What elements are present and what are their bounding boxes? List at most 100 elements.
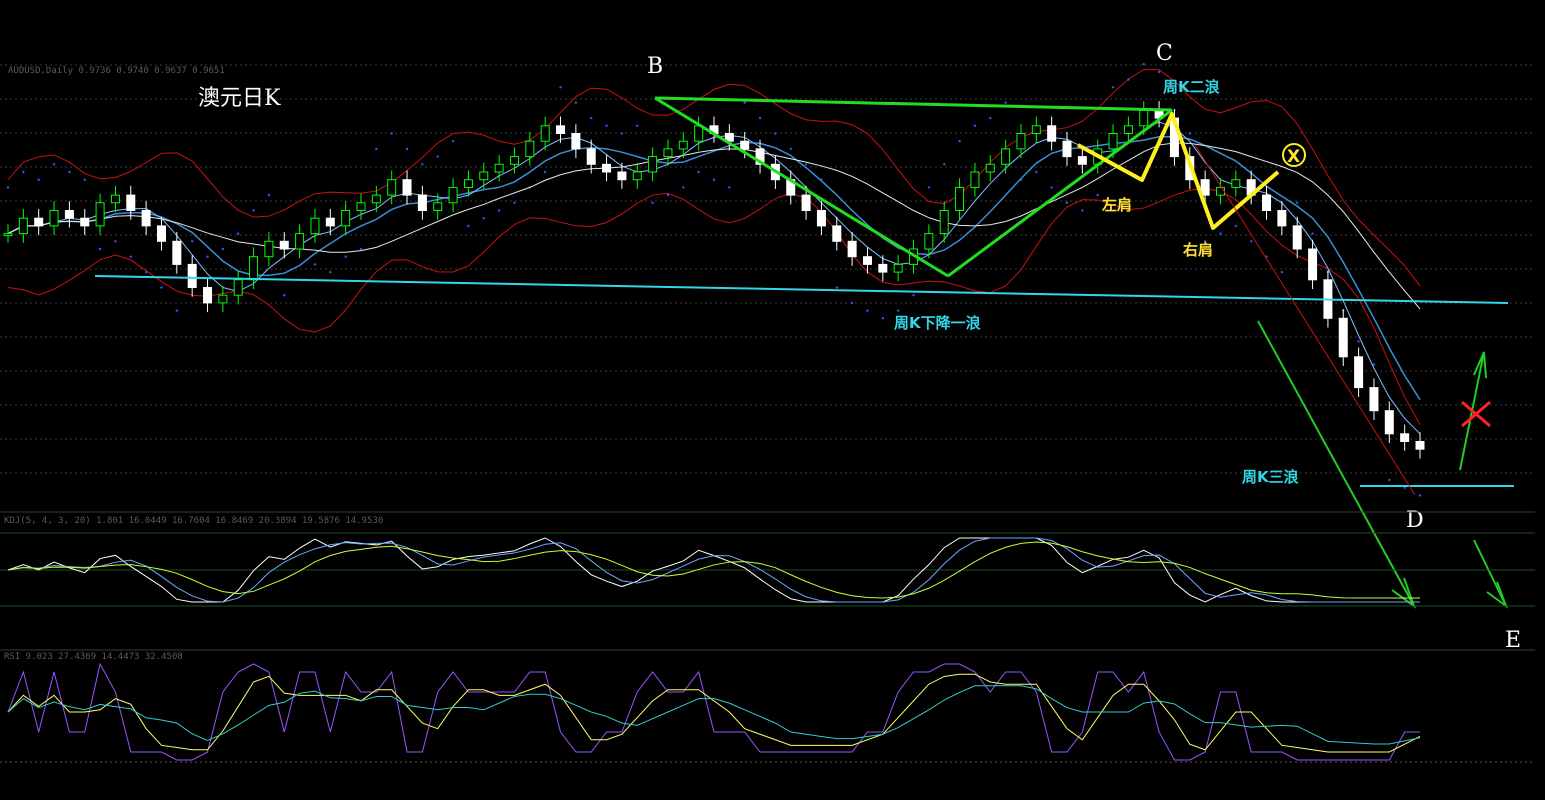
- candle-body: [249, 256, 259, 281]
- psar-dot: [559, 86, 562, 89]
- psar-dot: [1249, 240, 1253, 243]
- psar-dot: [237, 232, 240, 235]
- candle-body: [494, 163, 504, 173]
- psar-dot: [1081, 209, 1084, 212]
- psar-dot: [206, 255, 209, 258]
- candle-body: [479, 171, 489, 181]
- candle-body: [740, 140, 750, 150]
- pattern-wave-down: [654, 96, 949, 278]
- candle-body: [264, 240, 274, 258]
- pattern-top-line: [654, 96, 1173, 112]
- candle-body: [571, 133, 581, 150]
- candle-body: [49, 210, 59, 227]
- candle-body: [955, 186, 965, 211]
- support-line-main: [94, 275, 1509, 304]
- psar-dot: [1296, 201, 1299, 204]
- psar-dot: [651, 201, 654, 204]
- candle-body: [648, 156, 658, 173]
- psar-dot: [881, 317, 885, 320]
- psar-dot: [712, 178, 716, 181]
- rsi-slow: [7, 685, 1421, 745]
- psar-dot: [835, 286, 838, 289]
- psar-dot: [1311, 232, 1314, 235]
- ma-white: [7, 142, 1421, 310]
- candle-body: [218, 294, 228, 304]
- x-marker: X: [1282, 143, 1306, 167]
- candle-body: [632, 171, 642, 181]
- candle-body: [64, 210, 74, 219]
- psar-dot: [144, 270, 148, 274]
- candle-body: [279, 240, 289, 250]
- psar-dot: [620, 132, 624, 135]
- psar-dot: [6, 186, 10, 189]
- psar-dot: [789, 147, 792, 151]
- rsi-info-line: RSI 9.023 27.4369 14.4473 32.4508: [4, 652, 183, 662]
- psar-dot: [390, 132, 393, 135]
- kdj-info-line: KDJ(5, 4, 3, 20) 1.801 16.0449 16.7604 1…: [4, 516, 383, 526]
- price-info-line: AUDUSD,Daily 0.9736 0.9740 0.9637 0.9651: [8, 66, 225, 76]
- psar-dot: [912, 294, 915, 297]
- candle-body: [187, 263, 197, 288]
- psar-dot: [22, 170, 25, 174]
- psar-dot: [543, 170, 547, 174]
- psar-dot: [682, 186, 685, 189]
- candle-body: [1262, 194, 1272, 212]
- psar-dot: [1234, 224, 1238, 228]
- candle-body: [1047, 125, 1057, 142]
- psar-dot: [850, 301, 854, 305]
- candle-body: [156, 225, 166, 242]
- label-wave3: 周K三浪: [1242, 468, 1299, 486]
- psar-dot: [927, 186, 931, 189]
- psar-dot: [1157, 70, 1161, 74]
- psar-dot: [1388, 478, 1391, 482]
- candle-body: [847, 240, 857, 258]
- candle-body: [203, 287, 213, 304]
- candle-body: [1062, 140, 1072, 158]
- psar-dot: [1357, 340, 1360, 343]
- candle-body: [816, 210, 826, 227]
- candle-body: [233, 279, 243, 296]
- psar-dot: [896, 309, 900, 312]
- candle-body: [678, 140, 688, 150]
- psar-dot: [1127, 78, 1130, 81]
- candle-body: [694, 125, 704, 142]
- psar-dot: [1280, 270, 1284, 274]
- projection-arrows: [1257, 320, 1509, 609]
- candle-body: [939, 210, 949, 235]
- candle-body: [110, 194, 120, 204]
- psar-dot: [1111, 86, 1115, 89]
- psar-dot: [451, 140, 455, 143]
- psar-dot: [804, 163, 808, 166]
- candle-body: [371, 194, 381, 204]
- candle-body: [1369, 387, 1379, 412]
- psar-dot: [1004, 101, 1007, 104]
- label-right-shoulder: 右肩: [1183, 241, 1213, 259]
- label-left-shoulder: 左肩: [1101, 196, 1132, 214]
- candle-body: [433, 202, 443, 212]
- label-c: C: [1156, 41, 1173, 66]
- psar-dot: [252, 209, 255, 212]
- candle-body: [509, 156, 519, 165]
- candle-body: [525, 140, 535, 158]
- psar-dot: [114, 240, 117, 243]
- psar-dot: [1219, 232, 1222, 235]
- bollinger-lower: [7, 187, 1421, 425]
- candle-body: [1077, 156, 1087, 165]
- label-wave1: 周K下降一浪: [894, 314, 981, 332]
- psar-dot: [405, 147, 409, 151]
- candle-body: [985, 163, 995, 173]
- candle-body: [417, 194, 427, 212]
- psar-dot: [958, 140, 961, 143]
- candle-body: [1001, 148, 1011, 165]
- candle-body: [1338, 317, 1348, 358]
- candle-body: [387, 179, 397, 196]
- rsi-panel: [0, 662, 1535, 763]
- psar-dot: [329, 270, 332, 274]
- candle-body: [356, 202, 366, 212]
- candle-body: [832, 225, 842, 242]
- candle-body: [1031, 125, 1041, 135]
- candle-body: [801, 194, 811, 212]
- psar-dot: [129, 255, 132, 258]
- candle-body: [1277, 210, 1287, 227]
- candle-body: [924, 233, 934, 250]
